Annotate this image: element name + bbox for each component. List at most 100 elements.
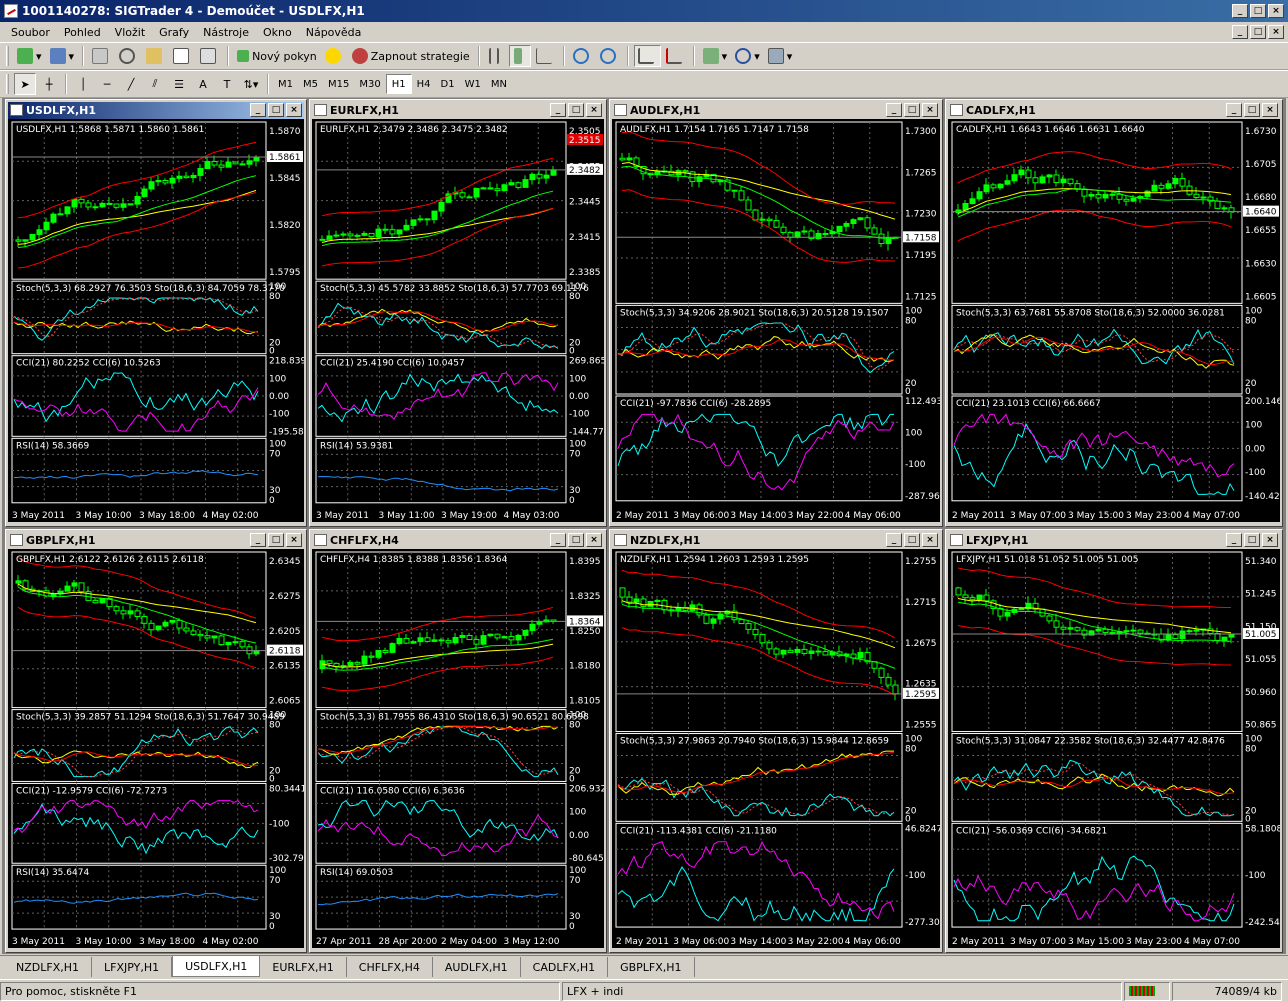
navigator-button[interactable]	[143, 45, 168, 67]
minimize-button[interactable]: _	[1232, 4, 1248, 18]
zoom-out-button[interactable]	[597, 45, 622, 67]
menu-pohled[interactable]: Pohled	[57, 26, 108, 39]
tab-gbplfx[interactable]: GBPLFX,H1	[608, 957, 695, 977]
text-tool[interactable]: A	[192, 73, 214, 95]
periods-button[interactable]: ▾	[732, 45, 763, 67]
bar-chart-button[interactable]	[485, 45, 507, 67]
chart-close-button[interactable]: ×	[586, 103, 602, 117]
indicators-button[interactable]: ▾	[700, 45, 731, 67]
menu-vlozit[interactable]: Vložit	[108, 26, 152, 39]
timeframe-m30[interactable]: M30	[354, 74, 385, 94]
profiles-button[interactable]: ▾	[47, 45, 78, 67]
chart-window-lfxjpy[interactable]: LFXJPY,H1 _ □ × 51.340 51.245 51.150 51.055 50.9…	[945, 529, 1283, 953]
start-strategy-button[interactable]: Zapnout strategie	[349, 45, 473, 67]
chart-canvas[interactable]: 2.6345 2.6275 2.6205 2.6135 2.6065 2.6118 GBPL…	[8, 549, 304, 948]
horizontal-line-tool[interactable]: ─	[96, 73, 118, 95]
tab-cadlfx[interactable]: CADLFX,H1	[521, 957, 609, 977]
chart-minimize-button[interactable]: _	[886, 533, 902, 547]
trendline-tool[interactable]: ╱	[120, 73, 142, 95]
chart-canvas[interactable]: 1.27551.27151.26751.26351.25551.2595NZDL…	[612, 549, 940, 948]
tester-button[interactable]	[197, 45, 222, 67]
chart-caption[interactable]: LFXJPY,H1 _ □ ×	[948, 532, 1280, 549]
menu-nastroje[interactable]: Nástroje	[196, 26, 256, 39]
cursor-tool[interactable]: ➤	[14, 73, 36, 95]
menu-napoveda[interactable]: Nápověda	[299, 26, 369, 39]
timeframe-m5[interactable]: M5	[298, 74, 323, 94]
market-watch-button[interactable]	[89, 45, 114, 67]
line-chart-button[interactable]	[533, 45, 558, 67]
child-close-button[interactable]: ×	[1268, 25, 1284, 39]
chart-maximize-button[interactable]: □	[904, 533, 920, 547]
chart-canvas[interactable]: 51.34051.24551.15051.05550.96050.86551.0…	[948, 549, 1280, 948]
text-label-tool[interactable]: T	[216, 73, 238, 95]
timeframe-mn[interactable]: MN	[486, 74, 512, 94]
chart-maximize-button[interactable]: □	[1244, 533, 1260, 547]
chart-close-button[interactable]: ×	[1262, 533, 1278, 547]
tab-audlfx[interactable]: AUDLFX,H1	[433, 957, 521, 977]
chart-maximize-button[interactable]: □	[568, 533, 584, 547]
chart-minimize-button[interactable]: _	[1226, 103, 1242, 117]
chart-maximize-button[interactable]: □	[268, 103, 284, 117]
zoom-in-button[interactable]	[570, 45, 595, 67]
timeframe-w1[interactable]: W1	[460, 74, 486, 94]
chart-close-button[interactable]: ×	[1262, 103, 1278, 117]
chart-minimize-button[interactable]: _	[250, 103, 266, 117]
chart-window-usdlfx[interactable]: USDLFX,H1 _ □ × 1.5870 1.5845 1.5820 1.5795 1.58…	[5, 99, 307, 527]
chart-close-button[interactable]: ×	[586, 533, 602, 547]
chart-canvas[interactable]: 1.7300 1.7265 1.7230 1.7195 1.7125 1.7158 AUDL…	[612, 119, 940, 522]
chart-canvas[interactable]: 1.5870 1.5845 1.5820 1.5795 1.5861 USDLFX,H1 …	[8, 119, 304, 522]
new-order-button[interactable]: Nový pokyn	[234, 45, 320, 67]
chart-shift-button[interactable]	[663, 45, 688, 67]
chart-caption[interactable]: AUDLFX,H1 _ □ ×	[612, 102, 940, 119]
timeframe-h4[interactable]: H4	[412, 74, 436, 94]
menu-okno[interactable]: Okno	[256, 26, 299, 39]
chart-maximize-button[interactable]: □	[1244, 103, 1260, 117]
chart-caption[interactable]: GBPLFX,H1 _ □ ×	[8, 532, 304, 549]
chart-canvas[interactable]: 2.35052.34752.34452.34152.33852.34822.35…	[312, 119, 604, 522]
chart-caption[interactable]: USDLFX,H1 _ □ ×	[8, 102, 304, 119]
chart-window-chflfx[interactable]: CHFLFX,H4 _ □ × 1.8395 1.8325 1.8250 1.8180 1.81…	[309, 529, 607, 953]
vertical-line-tool[interactable]: │	[72, 73, 94, 95]
chart-minimize-button[interactable]: _	[1226, 533, 1242, 547]
maximize-button[interactable]: □	[1250, 4, 1266, 18]
timeframe-h1[interactable]: H1	[385, 74, 412, 94]
chart-caption[interactable]: CADLFX,H1 _ □ ×	[948, 102, 1280, 119]
timeframe-m1[interactable]: M1	[273, 74, 298, 94]
timeframe-d1[interactable]: D1	[436, 74, 460, 94]
chart-minimize-button[interactable]: _	[886, 103, 902, 117]
chart-minimize-button[interactable]: _	[250, 533, 266, 547]
chart-close-button[interactable]: ×	[922, 533, 938, 547]
chart-close-button[interactable]: ×	[922, 103, 938, 117]
equidistant-channel-tool[interactable]: ⫽	[144, 73, 166, 95]
chart-canvas[interactable]: 1.8395 1.8325 1.8250 1.8180 1.8105 1.8364 CHFL…	[312, 549, 604, 948]
menu-soubor[interactable]: Soubor	[4, 26, 57, 39]
chart-caption[interactable]: EURLFX,H1 _ □ ×	[312, 102, 604, 119]
chart-window-nzdlfx[interactable]: NZDLFX,H1 _ □ × 1.2755 1.2715 1.2675 1.2635 1.25…	[609, 529, 943, 953]
data-window-button[interactable]	[116, 45, 141, 67]
chart-window-eurlfx[interactable]: EURLFX,H1_□×2.35052.34752.34452.34152.33…	[309, 99, 607, 527]
strategy-icon-button[interactable]	[322, 45, 347, 67]
chart-maximize-button[interactable]: □	[904, 103, 920, 117]
chart-caption[interactable]: CHFLFX,H4 _ □ ×	[312, 532, 604, 549]
chart-window-gbplfx[interactable]: GBPLFX,H1 _ □ × 2.6345 2.6275 2.6205 2.6135 2.60…	[5, 529, 307, 953]
child-restore-button[interactable]: □	[1250, 25, 1266, 39]
new-chart-button[interactable]: ▾	[14, 45, 45, 67]
tab-usdlfx[interactable]: USDLFX,H1	[172, 956, 261, 977]
tab-eurlfx[interactable]: EURLFX,H1	[260, 957, 347, 977]
chart-window-cadlfx[interactable]: CADLFX,H1 _ □ × 1.6730 1.6705 1.6680 1.6655 1.66…	[945, 99, 1283, 527]
chart-minimize-button[interactable]: _	[550, 533, 566, 547]
close-button[interactable]: ×	[1268, 4, 1284, 18]
chart-caption[interactable]: NZDLFX,H1 _ □ ×	[612, 532, 940, 549]
tab-nzdlfx[interactable]: NZDLFX,H1	[4, 957, 92, 977]
arrows-tool[interactable]: ⇅▾	[240, 73, 262, 95]
terminal-button[interactable]	[170, 45, 195, 67]
chart-minimize-button[interactable]: _	[550, 103, 566, 117]
timeframe-m15[interactable]: M15	[323, 74, 354, 94]
chart-window-audlfx[interactable]: AUDLFX,H1 _ □ × 1.7300 1.7265 1.7230 1.7195 1.71…	[609, 99, 943, 527]
fibonacci-tool[interactable]: ☰	[168, 73, 190, 95]
menu-grafy[interactable]: Grafy	[152, 26, 196, 39]
chart-close-button[interactable]: ×	[286, 103, 302, 117]
chart-maximize-button[interactable]: □	[568, 103, 584, 117]
child-minimize-button[interactable]: _	[1232, 25, 1248, 39]
templates-button[interactable]: ▾	[765, 45, 796, 67]
